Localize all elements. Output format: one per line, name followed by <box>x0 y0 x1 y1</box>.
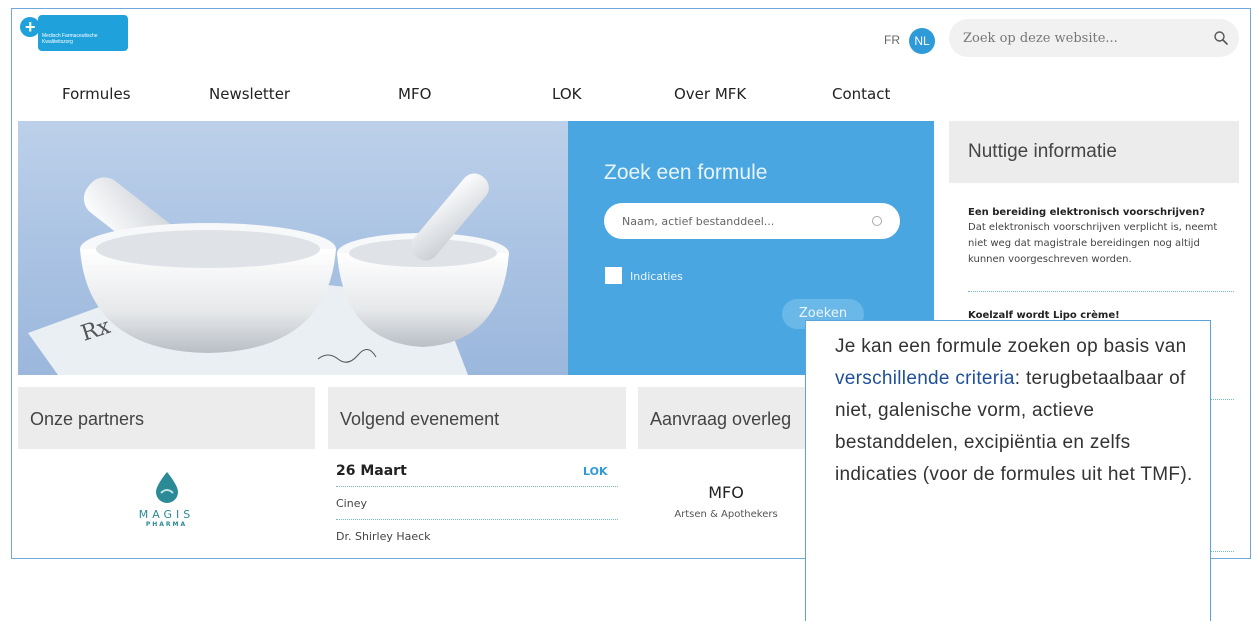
search-ring-icon <box>872 216 882 226</box>
formula-search-title: Zoek een formule <box>604 161 768 184</box>
main-nav: Formules Newsletter MFO LOK Over MFK Con… <box>12 85 942 109</box>
formula-search-input[interactable] <box>622 203 862 239</box>
formula-search-field <box>604 203 900 239</box>
partners-title: Onze partners <box>30 409 145 429</box>
divider <box>336 486 618 487</box>
nav-over-mfk[interactable]: Over MFK <box>674 85 746 103</box>
event-tag[interactable]: LOK <box>583 465 608 478</box>
plus-icon: + <box>20 17 40 37</box>
mfk-logo[interactable]: + mfk Medisch Farmaceutische Kwaliteitszo… <box>18 11 132 53</box>
mortar-pestle-illustration: Rx <box>28 173 509 375</box>
search-icon[interactable] <box>1213 30 1229 46</box>
nav-newsletter[interactable]: Newsletter <box>209 85 290 103</box>
partners-card: Onze partners MAGIS PHARMA <box>18 387 315 558</box>
hero-image: Rx <box>18 121 568 375</box>
event-place: Ciney <box>336 497 367 510</box>
site-search <box>949 19 1239 57</box>
nav-mfo[interactable]: MFO <box>398 85 431 103</box>
divider <box>968 291 1234 292</box>
nav-contact[interactable]: Contact <box>832 85 890 103</box>
callout-highlight: verschillende criteria <box>835 368 1015 389</box>
info-item-title[interactable]: Een bereiding elektronisch voorschrijven… <box>968 207 1238 218</box>
event-card: Volgend evenement 26 Maart LOK Ciney Dr.… <box>328 387 626 558</box>
site-search-input[interactable] <box>963 19 1203 57</box>
event-speaker: Dr. Shirley Haeck <box>336 530 431 543</box>
event-date[interactable]: 26 Maart <box>336 463 407 479</box>
magis-text: MAGIS <box>138 508 195 521</box>
event-card-header: Volgend evenement <box>328 387 626 449</box>
pharma-text: PHARMA <box>145 521 188 528</box>
magis-pharma-logo[interactable]: MAGIS PHARMA <box>18 471 315 528</box>
overleg-mfo-sub: Artsen & Apothekers <box>674 509 778 520</box>
indicaties-label: Indicaties <box>630 270 683 283</box>
indicaties-checkbox[interactable] <box>605 267 622 284</box>
partners-card-header: Onze partners <box>18 387 315 449</box>
overleg-mfo-label[interactable]: MFO <box>638 483 814 502</box>
logo-tagline: Medisch Farmaceutische Kwaliteitszorg <box>42 33 98 45</box>
useful-info-header: Nuttige informatie <box>949 121 1239 183</box>
drop-icon <box>155 472 178 503</box>
explanation-callout: Je kan een formule zoeken op basis van v… <box>805 320 1211 621</box>
divider <box>336 519 618 520</box>
overleg-title: Aanvraag overleg <box>650 409 792 429</box>
nav-lok[interactable]: LOK <box>552 85 581 103</box>
event-title: Volgend evenement <box>340 409 500 429</box>
callout-text: Je kan een formule zoeken op basis van v… <box>835 336 1193 485</box>
language-fr[interactable]: FR <box>884 33 900 47</box>
useful-info-title: Nuttige informatie <box>968 141 1117 162</box>
language-nl[interactable]: NL <box>909 28 935 54</box>
info-item-body: Dat elektronisch voorschrijven verplicht… <box>968 222 1218 265</box>
nav-formules[interactable]: Formules <box>62 85 131 103</box>
